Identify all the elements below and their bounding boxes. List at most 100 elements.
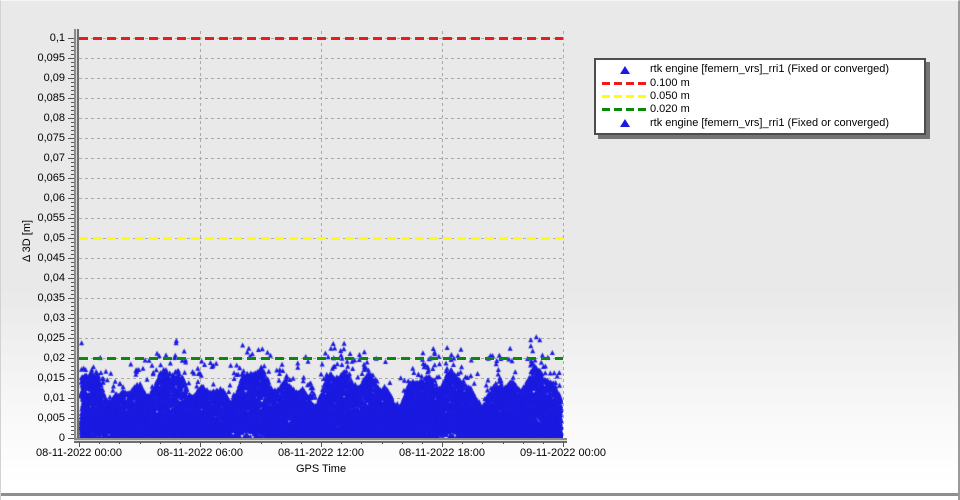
x-minor-tick xyxy=(503,442,504,444)
legend-dash-marker-icon xyxy=(596,95,650,98)
y-major-tick xyxy=(68,158,74,159)
y-minor-tick xyxy=(71,194,74,195)
y-major-tick xyxy=(68,238,74,239)
y-major-tick xyxy=(68,138,74,139)
y-major-tick xyxy=(68,178,74,179)
x-minor-tick xyxy=(422,442,423,444)
x-minor-tick xyxy=(341,442,342,444)
y-minor-tick xyxy=(71,106,74,107)
y-major-tick xyxy=(68,218,74,219)
y-major-tick xyxy=(68,298,74,299)
y-major-tick xyxy=(68,438,74,439)
y-minor-tick xyxy=(71,426,74,427)
x-minor-tick xyxy=(361,442,362,444)
legend-row: rtk engine [femern_vrs]_rri1 (Fixed or c… xyxy=(596,117,924,130)
y-minor-tick xyxy=(71,350,74,351)
ref-line-0.050m xyxy=(79,237,563,240)
y-tick-label: 0,095 xyxy=(1,52,65,65)
y-minor-tick xyxy=(71,254,74,255)
legend-box: rtk engine [femern_vrs]_rri1 (Fixed or c… xyxy=(594,58,926,135)
x-minor-tick xyxy=(99,442,100,444)
legend-row: 0.020 m xyxy=(596,103,924,116)
y-minor-tick xyxy=(71,214,74,215)
y-minor-tick xyxy=(71,186,74,187)
y-minor-tick xyxy=(71,346,74,347)
dash-icon xyxy=(602,95,646,98)
y-minor-tick xyxy=(71,270,74,271)
legend-triangle-marker-icon xyxy=(596,119,650,127)
scatter-canvas[interactable] xyxy=(79,29,563,438)
x-minor-tick xyxy=(402,442,403,444)
y-minor-tick xyxy=(71,70,74,71)
x-minor-tick xyxy=(543,442,544,444)
y-minor-tick xyxy=(71,174,74,175)
dash-icon xyxy=(602,82,646,85)
y-minor-tick xyxy=(71,82,74,83)
y-minor-tick xyxy=(71,190,74,191)
x-minor-tick xyxy=(462,442,463,444)
y-major-tick xyxy=(68,338,74,339)
y-minor-tick xyxy=(71,66,74,67)
y-minor-tick xyxy=(71,286,74,287)
y-major-tick xyxy=(68,118,74,119)
y-minor-tick xyxy=(71,342,74,343)
y-minor-tick xyxy=(71,202,74,203)
x-minor-tick xyxy=(261,442,262,444)
y-major-tick xyxy=(68,398,74,399)
y-minor-tick xyxy=(71,114,74,115)
y-minor-tick xyxy=(71,210,74,211)
y-minor-tick xyxy=(71,382,74,383)
y-minor-tick xyxy=(71,366,74,367)
y-major-tick xyxy=(68,358,74,359)
y-tick-label: 0,085 xyxy=(1,92,65,105)
y-minor-tick xyxy=(71,294,74,295)
dash-icon xyxy=(602,108,646,111)
y-tick-label: 0,09 xyxy=(1,72,65,85)
y-axis-title: Δ 3D [m] xyxy=(21,165,35,317)
y-minor-tick xyxy=(71,386,74,387)
y-minor-tick xyxy=(71,74,74,75)
x-minor-tick xyxy=(523,442,524,444)
y-minor-tick xyxy=(71,434,74,435)
y-major-tick xyxy=(68,318,74,319)
y-minor-tick xyxy=(71,122,74,123)
y-minor-tick xyxy=(71,314,74,315)
y-major-tick xyxy=(68,258,74,259)
y-minor-tick xyxy=(71,310,74,311)
y-minor-tick xyxy=(71,150,74,151)
y-minor-tick xyxy=(71,374,74,375)
x-minor-tick xyxy=(140,442,141,444)
y-minor-tick xyxy=(71,226,74,227)
ref-line-0.100m xyxy=(79,37,563,40)
triangle-icon xyxy=(620,66,630,74)
y-minor-tick xyxy=(71,306,74,307)
y-minor-tick xyxy=(71,326,74,327)
y-minor-tick xyxy=(71,250,74,251)
legend-label: rtk engine [femern_vrs]_rri1 (Fixed or c… xyxy=(650,63,889,76)
y-minor-tick xyxy=(71,354,74,355)
y-minor-tick xyxy=(71,322,74,323)
y-tick-label: 0,01 xyxy=(1,392,65,405)
y-minor-tick xyxy=(71,102,74,103)
legend-row: rtk engine [femern_vrs]_rri1 (Fixed or c… xyxy=(596,63,924,76)
y-minor-tick xyxy=(71,126,74,127)
y-minor-tick xyxy=(71,242,74,243)
y-tick-label: 0,025 xyxy=(1,332,65,345)
legend-dash-marker-icon xyxy=(596,108,650,111)
x-minor-tick xyxy=(301,442,302,444)
y-tick-label: 0,075 xyxy=(1,132,65,145)
legend-label: 0.020 m xyxy=(650,103,690,116)
y-minor-tick xyxy=(71,246,74,247)
y-minor-tick xyxy=(71,234,74,235)
legend-triangle-marker-icon xyxy=(596,66,650,74)
y-minor-tick xyxy=(71,46,74,47)
y-minor-tick xyxy=(71,370,74,371)
y-minor-tick xyxy=(71,110,74,111)
y-major-tick xyxy=(68,418,74,419)
x-minor-tick xyxy=(240,442,241,444)
x-minor-tick xyxy=(220,442,221,444)
x-minor-tick xyxy=(482,442,483,444)
y-minor-tick xyxy=(71,274,74,275)
x-minor-tick xyxy=(160,442,161,444)
y-major-tick xyxy=(68,38,74,39)
